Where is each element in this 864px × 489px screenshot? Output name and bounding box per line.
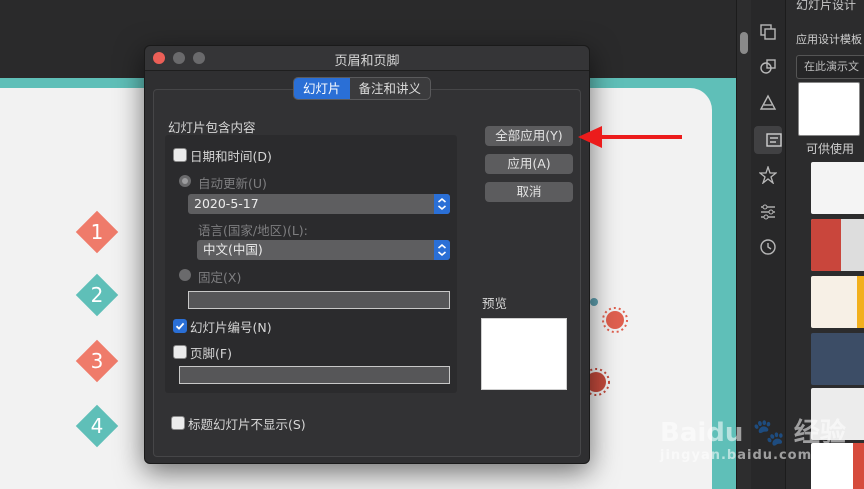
auto-update-label: 自动更新(U) xyxy=(198,176,267,191)
preview-box xyxy=(481,318,567,390)
animation-icon[interactable] xyxy=(758,164,778,185)
template-thumbnail[interactable] xyxy=(811,162,864,214)
tab-slide[interactable]: 幻灯片 xyxy=(294,78,350,99)
checkmark-icon xyxy=(175,322,185,330)
hide-on-title-checkbox[interactable] xyxy=(171,416,185,430)
fixed-radio[interactable] xyxy=(179,269,191,281)
shapes-icon[interactable] xyxy=(759,58,777,76)
annotation-arrow-shaft xyxy=(598,135,682,139)
date-format-select[interactable]: 2020-5-17 xyxy=(188,194,450,214)
number-badge: 3 xyxy=(75,339,119,383)
panel-title: 幻灯片设计 xyxy=(796,0,857,12)
copy-icon[interactable] xyxy=(759,23,777,41)
paw-icon: 🐾 xyxy=(752,418,785,448)
fixed-label: 固定(X) xyxy=(198,270,242,285)
history-icon[interactable] xyxy=(759,238,777,256)
date-time-label: 日期和时间(D) xyxy=(190,149,272,164)
tab-bar: 幻灯片 备注和讲义 xyxy=(293,77,432,100)
preview-label: 预览 xyxy=(482,296,508,311)
settings-sliders-icon[interactable] xyxy=(759,203,777,221)
footer-text-input[interactable] xyxy=(179,366,450,384)
slide-design-icon[interactable] xyxy=(754,126,782,154)
panel-subtitle: 应用设计模板 xyxy=(796,33,862,46)
watermark-brand: Baidu 🐾 经验 xyxy=(660,418,846,448)
theme-icon[interactable] xyxy=(759,94,777,112)
number-badge: 1 xyxy=(75,210,119,254)
number-badge: 4 xyxy=(75,404,119,448)
template-thumbnail[interactable] xyxy=(811,276,864,328)
template-thumbnail[interactable] xyxy=(811,219,864,271)
slide-number-label: 幻灯片编号(N) xyxy=(190,320,272,335)
chevron-updown-icon xyxy=(434,240,450,260)
slide-number-checkbox[interactable] xyxy=(173,319,187,333)
options-pane: 日期和时间(D) 自动更新(U) 2020-5-17 语言(国家/地区)(L):… xyxy=(165,135,457,393)
footer-checkbox[interactable] xyxy=(173,345,187,359)
number-badge: 2 xyxy=(75,273,119,317)
language-value: 中文(中国) xyxy=(203,242,263,257)
template-thumbnail[interactable] xyxy=(811,333,864,385)
date-format-value: 2020-5-17 xyxy=(194,196,259,211)
dialog-titlebar: 页眉和页脚 xyxy=(145,46,589,71)
footer-label: 页脚(F) xyxy=(190,346,232,361)
available-label: 可供使用 xyxy=(806,142,855,156)
date-time-checkbox[interactable] xyxy=(173,148,187,162)
auto-update-radio[interactable] xyxy=(179,175,191,187)
scroll-thumb[interactable] xyxy=(740,32,748,54)
cancel-button[interactable]: 取消 xyxy=(485,182,573,202)
header-footer-dialog: 页眉和页脚 幻灯片包含内容 幻灯片 备注和讲义 日期和时间(D) 自动更新(U)… xyxy=(144,45,590,464)
tab-notes-handouts[interactable]: 备注和讲义 xyxy=(350,78,431,99)
language-select[interactable]: 中文(中国) xyxy=(197,240,450,260)
watermark-url: jingyan.baidu.com xyxy=(660,448,813,463)
template-search-input[interactable]: 在此演示文 xyxy=(796,55,864,79)
language-label: 语言(国家/地区)(L): xyxy=(198,223,308,238)
dialog-title: 页眉和页脚 xyxy=(334,54,400,69)
hide-on-title-label: 标题幻灯片不显示(S) xyxy=(188,417,306,432)
apply-button[interactable]: 应用(A) xyxy=(485,154,573,174)
arrow-left-icon xyxy=(578,126,602,148)
template-thumbnail[interactable] xyxy=(798,82,860,136)
template-thumbnail[interactable] xyxy=(811,443,864,489)
section-title: 幻灯片包含内容 xyxy=(168,120,256,135)
chevron-updown-icon xyxy=(434,194,450,214)
apply-all-button[interactable]: 全部应用(Y) xyxy=(485,126,573,146)
fixed-date-input[interactable] xyxy=(188,291,450,309)
